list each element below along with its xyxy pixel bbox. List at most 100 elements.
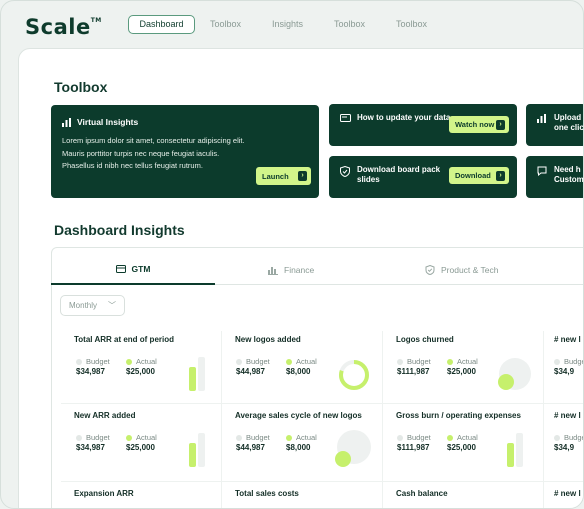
budget-bar — [198, 433, 205, 467]
actual-dot — [126, 358, 132, 365]
budget-value: $44,987 — [236, 367, 265, 376]
help-card[interactable]: Need h Custom — [526, 156, 584, 198]
budget-legend: Budget — [554, 433, 583, 442]
metric-title: Expansion ARR — [74, 489, 134, 498]
actual-dot — [286, 358, 292, 365]
metric-title: New logos added — [235, 335, 301, 344]
budget-value: $111,987 — [397, 367, 430, 376]
launch-label: Launch — [262, 171, 289, 181]
metric-title: # new l — [554, 489, 581, 498]
watch-now-button[interactable]: Watch now › — [449, 116, 509, 133]
budget-value: $111,987 — [397, 443, 430, 452]
actual-label: Actual — [457, 433, 478, 442]
bar-chart-icon — [62, 117, 71, 127]
actual-legend: Actual — [286, 357, 317, 366]
budget-dot — [76, 358, 82, 365]
budget-bar — [198, 357, 205, 391]
budget-dot — [397, 358, 403, 365]
upload-title-line1: Upload — [554, 113, 582, 122]
grid-divider — [61, 481, 583, 482]
nav-tab-dashboard[interactable]: Dashboard — [128, 15, 195, 34]
period-select[interactable]: Monthly ﹀ — [60, 295, 125, 316]
metric-card[interactable]: Logos churned Budget Actual $111,987 $25… — [383, 329, 543, 404]
monitor-icon — [340, 114, 351, 122]
update-data-card[interactable]: How to update your data Watch now › — [329, 104, 517, 146]
upload-card[interactable]: Upload one clic — [526, 104, 583, 146]
budget-label: Budget — [407, 433, 431, 442]
nav-tab-toolbox[interactable]: Toolbox — [199, 15, 257, 34]
nav-tab-insights[interactable]: Insights — [261, 15, 319, 34]
nav-tab-toolbox-2[interactable]: Toolbox — [323, 15, 381, 34]
metric-card[interactable]: Gross burn / operating expenses Budget A… — [383, 405, 543, 480]
virtual-insights-title: Virtual Insights — [62, 117, 138, 127]
shield-check-icon — [340, 166, 350, 177]
board-pack-title: Download board pack slides — [357, 165, 441, 184]
metric-card[interactable]: # new l Budget $34,9 — [544, 329, 583, 404]
actual-bar — [507, 443, 514, 467]
metric-card[interactable]: New ARR added Budget Actual $34,987 $25,… — [61, 405, 221, 480]
tab-finance-label: Finance — [284, 265, 315, 275]
arrow-right-icon: › — [298, 171, 307, 181]
metric-title: New ARR added — [74, 411, 136, 420]
metric-card[interactable]: # new l Budget $34,9 — [544, 405, 583, 480]
metric-card[interactable]: New logos added Budget Actual $44,987 $8… — [222, 329, 382, 404]
metric-card[interactable]: Expansion ARR — [61, 483, 221, 508]
virtual-insights-card[interactable]: Virtual Insights Lorem ipsum dolor sit a… — [51, 105, 319, 198]
metric-card[interactable]: Total sales costs — [222, 483, 382, 508]
metric-card[interactable]: Average sales cycle of new logos Budget … — [222, 405, 382, 480]
update-data-title: How to update your data — [357, 113, 451, 122]
budget-value: $34,9 — [554, 367, 575, 376]
insights-tabs: GTM Finance Product & Tech — [51, 255, 583, 285]
launch-button[interactable]: Launch › — [256, 167, 311, 185]
actual-dot — [126, 434, 132, 441]
metric-card[interactable]: Cash balance — [383, 483, 543, 508]
tab-product-tech[interactable]: Product & Tech — [425, 255, 499, 285]
actual-bar — [189, 367, 196, 391]
actual-value: $25,000 — [126, 443, 155, 452]
budget-legend: Budget — [76, 433, 110, 442]
circles-chart — [498, 358, 531, 390]
actual-dot — [447, 434, 453, 441]
budget-label: Budget — [86, 357, 110, 366]
scale-logo[interactable]: ScaleTM — [25, 15, 102, 39]
actual-value: $25,000 — [447, 367, 476, 376]
budget-value: $34,987 — [76, 443, 105, 452]
upload-title: Upload one clic — [554, 113, 583, 133]
shield-icon — [425, 265, 435, 275]
actual-value: $8,000 — [286, 367, 311, 376]
actual-value: $25,000 — [447, 443, 476, 452]
actual-legend: Actual — [126, 433, 157, 442]
circles-chart — [335, 430, 371, 467]
tab-gtm[interactable]: GTM — [51, 255, 215, 285]
actual-label: Actual — [296, 357, 317, 366]
help-title: Need h Custom — [554, 165, 584, 185]
budget-dot — [236, 434, 242, 441]
budget-legend: Budget — [236, 433, 270, 442]
help-title-line2: Custom — [554, 175, 584, 184]
tab-gtm-label: GTM — [131, 264, 151, 274]
actual-legend: Actual — [447, 433, 478, 442]
trademark: TM — [90, 17, 102, 24]
actual-legend: Actual — [447, 357, 478, 366]
ring-chart — [339, 360, 369, 390]
budget-dot — [554, 434, 560, 441]
tab-finance[interactable]: Finance — [268, 255, 314, 285]
metric-title: Cash balance — [396, 489, 448, 498]
arrow-right-icon: › — [496, 119, 505, 130]
metric-card[interactable]: Total ARR at end of period Budget Actual… — [61, 329, 221, 404]
nav-tab-toolbox-3[interactable]: Toolbox — [385, 15, 443, 34]
metric-title: Gross burn / operating expenses — [396, 411, 521, 420]
toolbox-heading: Toolbox — [54, 79, 108, 95]
metric-title: Total ARR at end of period — [74, 335, 174, 344]
metric-card[interactable]: # new l — [544, 483, 583, 508]
virtual-insights-title-text: Virtual Insights — [77, 117, 139, 127]
bar-chart-icon — [537, 114, 546, 123]
download-button[interactable]: Download › — [449, 167, 509, 184]
budget-label: Budget — [86, 433, 110, 442]
bar-chart-icon — [268, 266, 278, 275]
board-pack-card[interactable]: Download board pack slides Download › — [329, 156, 517, 198]
actual-label: Actual — [296, 433, 317, 442]
top-nav: Dashboard Toolbox Insights Toolbox Toolb… — [128, 15, 447, 34]
budget-dot — [397, 434, 403, 441]
help-title-line1: Need h — [554, 165, 581, 174]
